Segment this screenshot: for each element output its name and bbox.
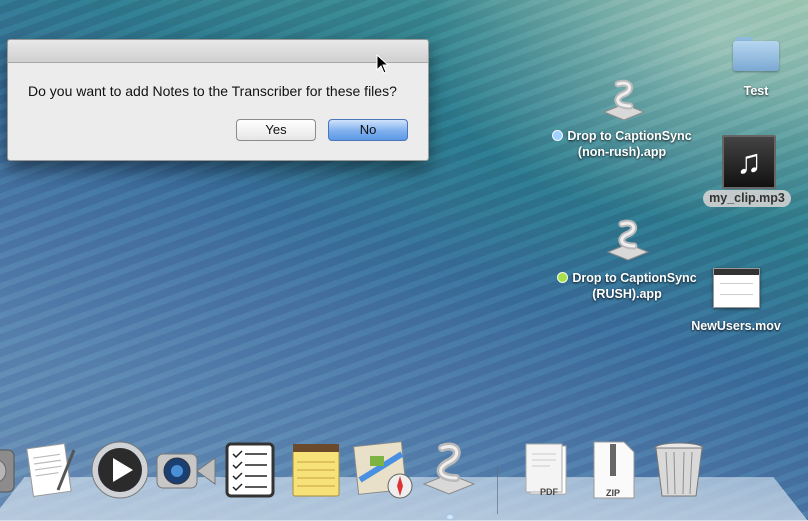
zip-label: ZIP	[606, 488, 621, 498]
movie-file-icon[interactable]	[713, 268, 760, 308]
textedit-icon[interactable]	[22, 440, 80, 500]
mp3-file-label[interactable]: my_clip.mp3	[703, 190, 791, 207]
dock-separator	[497, 468, 498, 514]
reminders-icon[interactable]	[221, 440, 279, 500]
trash-icon[interactable]	[652, 440, 706, 500]
captionsync-rush-label[interactable]: Drop to CaptionSync (RUSH).app	[553, 270, 701, 302]
captionsync-app-icon[interactable]	[420, 440, 478, 500]
captionsync-app-icon[interactable]	[600, 76, 648, 124]
mouse-pointer-icon	[376, 54, 390, 74]
music-file-icon[interactable]: ♫	[722, 135, 776, 189]
dialog-titlebar[interactable]	[8, 40, 428, 63]
yes-button[interactable]: Yes	[236, 119, 316, 141]
facetime-icon[interactable]	[155, 440, 217, 500]
dialog-message: Do you want to add Notes to the Transcri…	[28, 83, 397, 99]
running-indicator	[447, 515, 453, 519]
blue-tag-icon	[552, 130, 564, 141]
mov-file-label[interactable]: NewUsers.mov	[688, 318, 784, 334]
captionsync-nonrush-label[interactable]: Drop to CaptionSync (non-rush).app	[548, 128, 696, 160]
folder-icon[interactable]	[733, 37, 779, 71]
no-button[interactable]: No	[328, 119, 408, 141]
pdf-label: PDF	[540, 487, 558, 497]
captionsync-app-icon[interactable]	[604, 216, 652, 264]
zip-archive-icon[interactable]: ZIP	[590, 440, 638, 500]
green-tag-icon	[557, 272, 569, 283]
pdf-document-icon[interactable]: PDF	[520, 440, 574, 500]
system-preferences-icon[interactable]	[0, 440, 18, 500]
quicktime-player-icon[interactable]	[88, 440, 152, 500]
notes-icon[interactable]	[287, 440, 345, 500]
maps-icon[interactable]	[352, 440, 416, 500]
folder-label[interactable]: Test	[736, 83, 776, 99]
confirm-dialog: Do you want to add Notes to the Transcri…	[7, 39, 429, 161]
